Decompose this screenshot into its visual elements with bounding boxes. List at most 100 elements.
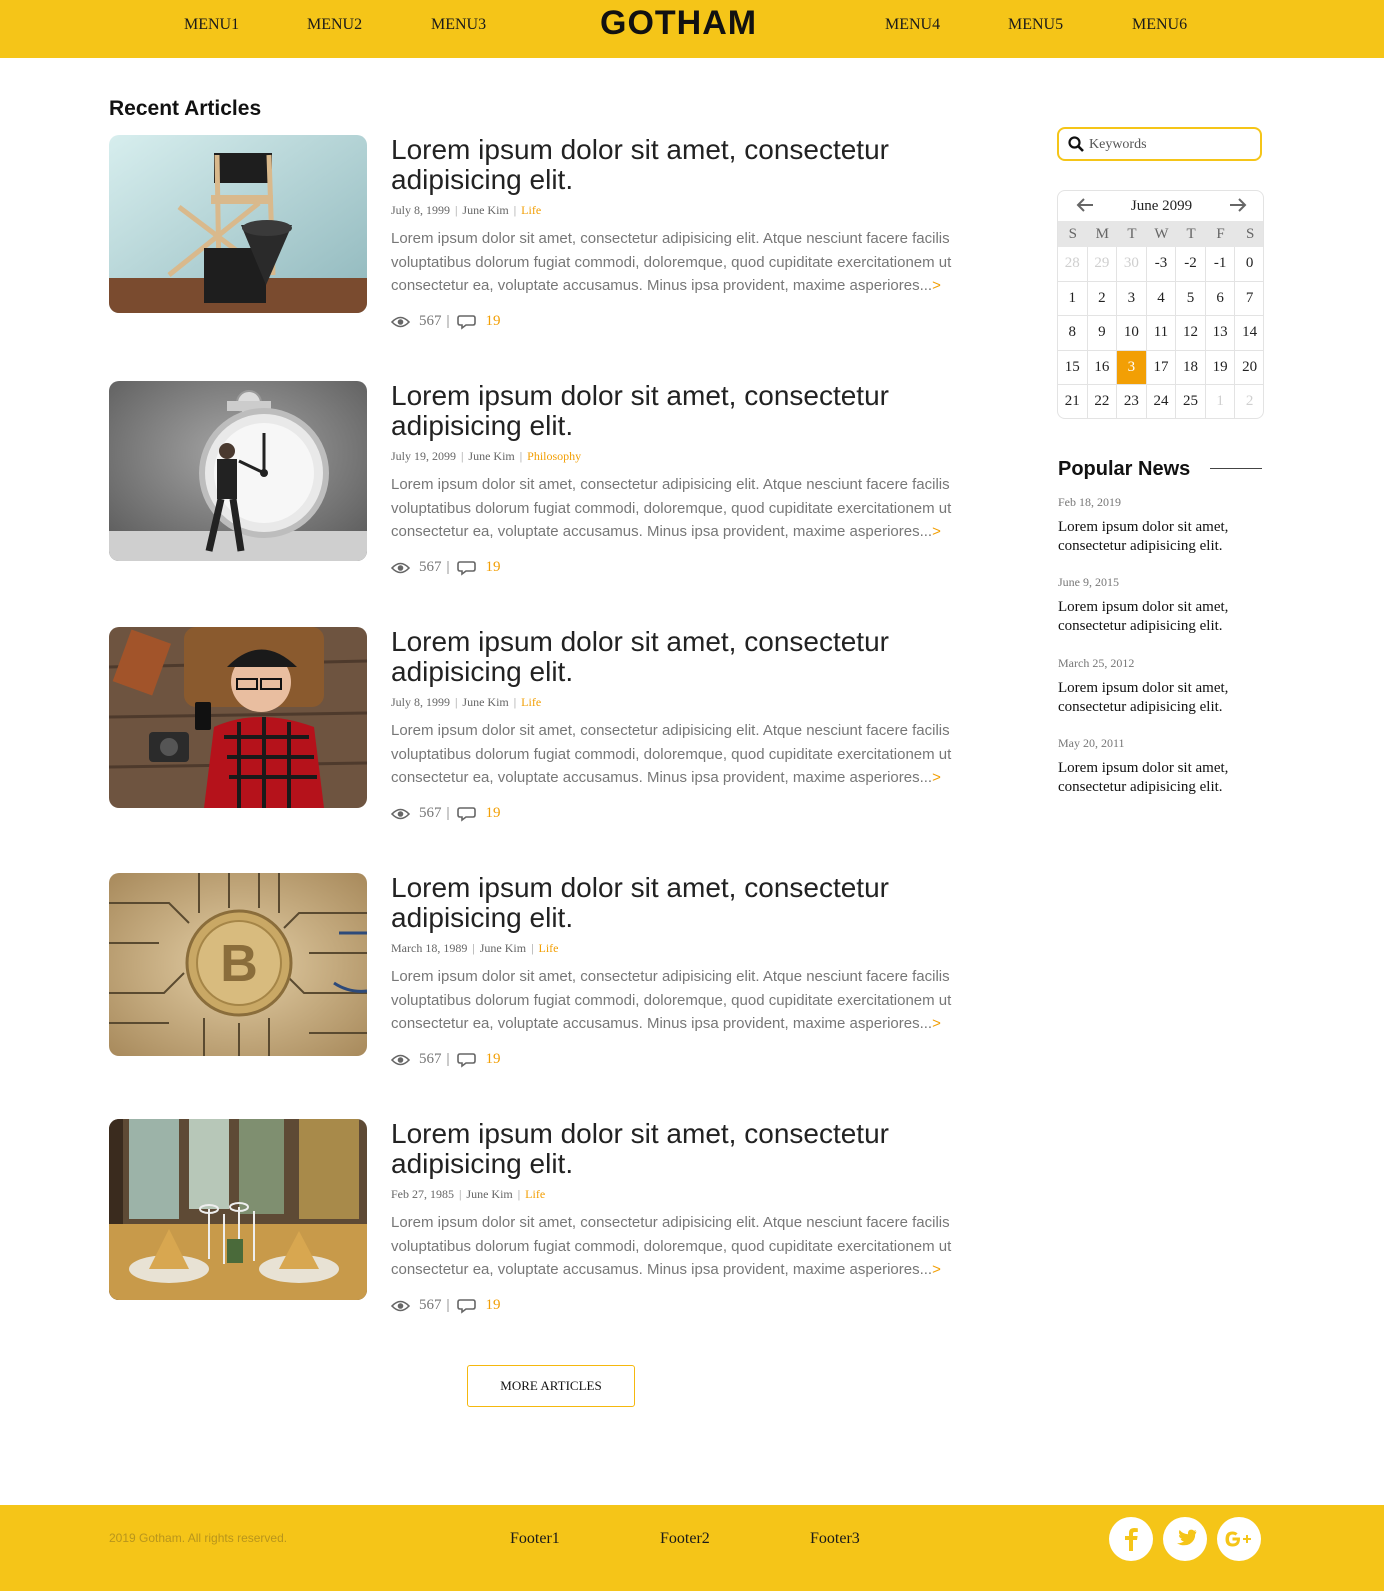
- view-count: 567: [419, 313, 442, 329]
- read-more-link[interactable]: >: [932, 523, 941, 540]
- footer-link-1[interactable]: Footer1: [510, 1530, 560, 1548]
- article-stats: 567 | 19: [391, 1051, 501, 1068]
- calendar-day[interactable]: 2: [1087, 281, 1118, 316]
- read-more-link[interactable]: >: [932, 277, 941, 294]
- calendar-day[interactable]: 15: [1058, 350, 1088, 385]
- article-author[interactable]: June Kim: [468, 449, 514, 463]
- eye-icon: [391, 562, 410, 573]
- calendar-day[interactable]: 12: [1176, 316, 1206, 351]
- calendar-day-selected[interactable]: 3: [1117, 350, 1147, 385]
- calendar-day[interactable]: 5: [1176, 281, 1206, 316]
- nav-menu2[interactable]: MENU2: [307, 16, 362, 34]
- calendar-day[interactable]: 7: [1235, 282, 1263, 316]
- article-category[interactable]: Life: [521, 695, 541, 709]
- article-author[interactable]: June Kim: [480, 941, 526, 955]
- comment-icon[interactable]: [456, 1052, 477, 1068]
- comment-count[interactable]: 19: [486, 805, 501, 822]
- nav-menu4[interactable]: MENU4: [885, 16, 940, 34]
- site-footer: 2019 Gotham. All rights reserved. Footer…: [0, 1505, 1384, 1591]
- eye-icon: [391, 1300, 410, 1311]
- calendar-day[interactable]: 8: [1058, 316, 1088, 351]
- popular-news-link[interactable]: Lorem ipsum dolor sit amet, consectetur …: [1058, 518, 1268, 556]
- view-count: 567: [419, 1051, 442, 1067]
- comment-count[interactable]: 19: [486, 313, 501, 330]
- calendar-day[interactable]: 4: [1146, 281, 1177, 316]
- comment-count[interactable]: 19: [486, 1297, 501, 1314]
- nav-menu1[interactable]: MENU1: [184, 16, 239, 34]
- popular-news-link[interactable]: Lorem ipsum dolor sit amet, consectetur …: [1058, 598, 1268, 636]
- more-articles-button[interactable]: MORE ARTICLES: [467, 1365, 635, 1407]
- comment-icon[interactable]: [456, 314, 477, 330]
- twitter-icon[interactable]: [1163, 1517, 1207, 1561]
- calendar-day[interactable]: 28: [1058, 247, 1088, 282]
- article-category[interactable]: Philosophy: [527, 449, 581, 463]
- calendar-day[interactable]: -2: [1176, 247, 1206, 282]
- calendar-day[interactable]: 0: [1235, 247, 1263, 282]
- search-input[interactable]: [1089, 135, 1254, 155]
- calendar-day[interactable]: 9: [1087, 316, 1118, 351]
- article-image-restaurant-table[interactable]: [109, 1119, 367, 1300]
- calendar-day[interactable]: 17: [1146, 350, 1177, 385]
- comment-icon[interactable]: [456, 560, 477, 576]
- article-title[interactable]: Lorem ipsum dolor sit amet, consectetur …: [391, 1119, 991, 1179]
- article-date: March 18, 1989: [391, 941, 468, 955]
- read-more-link[interactable]: >: [932, 1015, 941, 1032]
- calendar-day[interactable]: 22: [1088, 385, 1118, 418]
- article-title[interactable]: Lorem ipsum dolor sit amet, consectetur …: [391, 873, 991, 933]
- article-author[interactable]: June Kim: [462, 203, 508, 217]
- calendar-day[interactable]: 29: [1087, 247, 1118, 282]
- calendar-weekday: M: [1087, 221, 1118, 247]
- popular-news-link[interactable]: Lorem ipsum dolor sit amet, consectetur …: [1058, 679, 1268, 717]
- search-icon[interactable]: [1068, 136, 1084, 152]
- article-image-woman-phone[interactable]: [109, 627, 367, 808]
- calendar-day[interactable]: 14: [1235, 316, 1263, 351]
- calendar-day[interactable]: 21: [1058, 385, 1088, 418]
- calendar-day[interactable]: 1: [1058, 281, 1088, 316]
- article-author[interactable]: June Kim: [462, 695, 508, 709]
- calendar-day[interactable]: 3: [1117, 281, 1147, 316]
- article-category[interactable]: Life: [538, 941, 558, 955]
- read-more-link[interactable]: >: [932, 1261, 941, 1278]
- calendar-day[interactable]: 18: [1176, 350, 1206, 385]
- comment-icon[interactable]: [456, 806, 477, 822]
- calendar-day[interactable]: 20: [1235, 351, 1263, 385]
- calendar-day[interactable]: 25: [1176, 385, 1206, 418]
- site-logo[interactable]: GOTHAM: [600, 4, 757, 43]
- calendar-day[interactable]: 1: [1206, 385, 1236, 418]
- article-title[interactable]: Lorem ipsum dolor sit amet, consectetur …: [391, 627, 991, 687]
- article-image-alarm-clock[interactable]: [109, 381, 367, 561]
- article-title[interactable]: Lorem ipsum dolor sit amet, consectetur …: [391, 381, 991, 441]
- calendar-day[interactable]: 19: [1205, 350, 1236, 385]
- calendar-day[interactable]: 24: [1147, 385, 1177, 418]
- article-category[interactable]: Life: [521, 203, 541, 217]
- nav-menu5[interactable]: MENU5: [1008, 16, 1063, 34]
- google-plus-icon[interactable]: [1217, 1517, 1261, 1561]
- nav-menu3[interactable]: MENU3: [431, 16, 486, 34]
- footer-link-3[interactable]: Footer3: [810, 1530, 860, 1548]
- article-image-bitcoin[interactable]: B: [109, 873, 367, 1056]
- comment-icon[interactable]: [456, 1298, 477, 1314]
- calendar-day[interactable]: -3: [1146, 247, 1177, 282]
- article-category[interactable]: Life: [525, 1187, 545, 1201]
- calendar-day[interactable]: 13: [1205, 316, 1236, 351]
- calendar-day[interactable]: -1: [1205, 247, 1236, 282]
- calendar-day[interactable]: 10: [1117, 316, 1147, 351]
- calendar-day[interactable]: 30: [1117, 247, 1147, 282]
- calendar-day[interactable]: 6: [1205, 281, 1236, 316]
- read-more-link[interactable]: >: [932, 769, 941, 786]
- comment-count[interactable]: 19: [486, 559, 501, 576]
- calendar-day[interactable]: 2: [1235, 385, 1263, 418]
- arrow-right-icon[interactable]: [1229, 197, 1247, 213]
- calendar-day[interactable]: 11: [1146, 316, 1177, 351]
- calendar-day[interactable]: 23: [1117, 385, 1147, 418]
- nav-menu6[interactable]: MENU6: [1132, 16, 1187, 34]
- article-image-director-chair[interactable]: [109, 135, 367, 313]
- calendar-day[interactable]: 16: [1087, 350, 1118, 385]
- article-title[interactable]: Lorem ipsum dolor sit amet, consectetur …: [391, 135, 991, 195]
- article-author[interactable]: June Kim: [466, 1187, 512, 1201]
- footer-link-2[interactable]: Footer2: [660, 1530, 710, 1548]
- popular-news-link[interactable]: Lorem ipsum dolor sit amet, consectetur …: [1058, 759, 1268, 797]
- article-card: B Lorem ipsum dolor sit amet, consectetu…: [109, 873, 989, 1073]
- facebook-icon[interactable]: [1109, 1517, 1153, 1561]
- comment-count[interactable]: 19: [486, 1051, 501, 1068]
